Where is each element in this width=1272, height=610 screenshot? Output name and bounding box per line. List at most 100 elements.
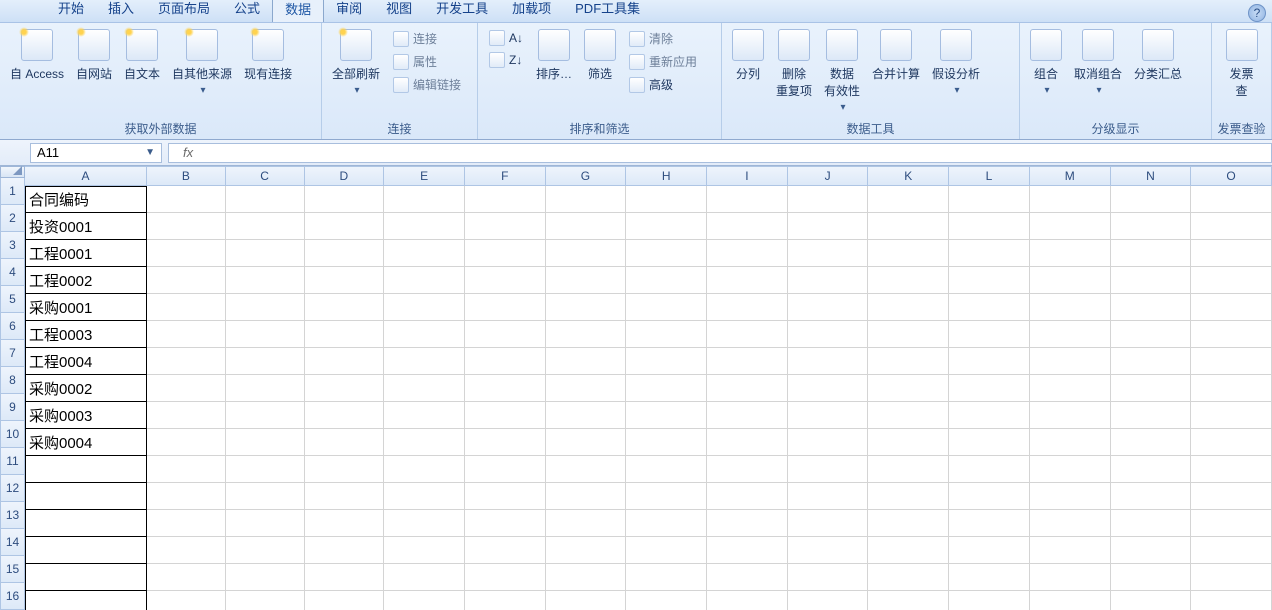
cell-N10[interactable]: [1111, 429, 1192, 456]
cell-M4[interactable]: [1030, 267, 1111, 294]
col-header-L[interactable]: L: [949, 166, 1030, 186]
tab-公式[interactable]: 公式: [222, 0, 272, 22]
cell-A10[interactable]: 采购0004: [25, 429, 147, 456]
cell-F3[interactable]: [465, 240, 546, 267]
cell-K11[interactable]: [868, 456, 949, 483]
col-header-O[interactable]: O: [1191, 166, 1272, 186]
cell-G13[interactable]: [546, 510, 627, 537]
cell-J16[interactable]: [788, 591, 869, 610]
cell-N13[interactable]: [1111, 510, 1192, 537]
cell-F4[interactable]: [465, 267, 546, 294]
cell-F7[interactable]: [465, 348, 546, 375]
cell-L13[interactable]: [949, 510, 1030, 537]
col-header-F[interactable]: F: [465, 166, 546, 186]
cell-B14[interactable]: [147, 537, 226, 564]
sort-item-2[interactable]: 高级: [626, 75, 700, 94]
cell-F16[interactable]: [465, 591, 546, 610]
cell-E2[interactable]: [384, 213, 465, 240]
cell-A12[interactable]: [25, 483, 147, 510]
col-header-I[interactable]: I: [707, 166, 788, 186]
cell-D15[interactable]: [305, 564, 385, 591]
col-header-J[interactable]: J: [788, 166, 869, 186]
cell-O3[interactable]: [1191, 240, 1272, 267]
cell-K10[interactable]: [868, 429, 949, 456]
cell-N14[interactable]: [1111, 537, 1192, 564]
filter-button[interactable]: 筛选: [578, 25, 622, 82]
cell-G1[interactable]: [546, 186, 627, 213]
cell-L7[interactable]: [949, 348, 1030, 375]
cell-H16[interactable]: [626, 591, 707, 610]
cell-M6[interactable]: [1030, 321, 1111, 348]
cell-C1[interactable]: [226, 186, 305, 213]
cell-D10[interactable]: [305, 429, 385, 456]
cell-E8[interactable]: [384, 375, 465, 402]
cell-I16[interactable]: [707, 591, 788, 610]
cell-A6[interactable]: 工程0003: [25, 321, 147, 348]
cell-N6[interactable]: [1111, 321, 1192, 348]
cell-E13[interactable]: [384, 510, 465, 537]
cell-G7[interactable]: [546, 348, 627, 375]
cell-A16[interactable]: [25, 591, 147, 610]
cell-J15[interactable]: [788, 564, 869, 591]
cell-A9[interactable]: 采购0003: [25, 402, 147, 429]
cell-B8[interactable]: [147, 375, 226, 402]
cell-J6[interactable]: [788, 321, 869, 348]
cell-O2[interactable]: [1191, 213, 1272, 240]
cell-C16[interactable]: [226, 591, 305, 610]
cell-F2[interactable]: [465, 213, 546, 240]
cell-H13[interactable]: [626, 510, 707, 537]
tab-开发工具[interactable]: 开发工具: [424, 0, 500, 22]
cell-J11[interactable]: [788, 456, 869, 483]
data-tool-btn-3[interactable]: 合并计算: [866, 25, 926, 82]
cell-C8[interactable]: [226, 375, 305, 402]
cell-N11[interactable]: [1111, 456, 1192, 483]
cell-I14[interactable]: [707, 537, 788, 564]
cell-J4[interactable]: [788, 267, 869, 294]
cell-K2[interactable]: [868, 213, 949, 240]
cell-C3[interactable]: [226, 240, 305, 267]
cell-E12[interactable]: [384, 483, 465, 510]
cell-I8[interactable]: [707, 375, 788, 402]
cell-F14[interactable]: [465, 537, 546, 564]
cell-B7[interactable]: [147, 348, 226, 375]
row-header-7[interactable]: 7: [0, 340, 25, 367]
cell-F6[interactable]: [465, 321, 546, 348]
cells-grid[interactable]: 合同编码投资0001工程0001工程0002采购0001工程0003工程0004…: [25, 186, 1272, 610]
cell-B11[interactable]: [147, 456, 226, 483]
data-tool-btn-4[interactable]: 假设分析: [926, 25, 986, 96]
cell-J5[interactable]: [788, 294, 869, 321]
cell-J9[interactable]: [788, 402, 869, 429]
cell-K7[interactable]: [868, 348, 949, 375]
cell-B16[interactable]: [147, 591, 226, 610]
cell-E9[interactable]: [384, 402, 465, 429]
cell-A5[interactable]: 采购0001: [25, 294, 147, 321]
cell-I15[interactable]: [707, 564, 788, 591]
cell-L4[interactable]: [949, 267, 1030, 294]
row-header-11[interactable]: 11: [0, 448, 25, 475]
cell-N16[interactable]: [1111, 591, 1192, 610]
outline-btn-2[interactable]: 分类汇总: [1128, 25, 1188, 82]
cell-C6[interactable]: [226, 321, 305, 348]
cell-G9[interactable]: [546, 402, 627, 429]
cell-I9[interactable]: [707, 402, 788, 429]
cell-C14[interactable]: [226, 537, 305, 564]
cell-G3[interactable]: [546, 240, 627, 267]
cell-D8[interactable]: [305, 375, 385, 402]
cell-O5[interactable]: [1191, 294, 1272, 321]
cell-E11[interactable]: [384, 456, 465, 483]
cell-K12[interactable]: [868, 483, 949, 510]
cell-E16[interactable]: [384, 591, 465, 610]
row-header-9[interactable]: 9: [0, 394, 25, 421]
data-tool-btn-0[interactable]: 分列: [726, 25, 770, 82]
col-header-C[interactable]: C: [226, 166, 305, 186]
data-tool-btn-2[interactable]: 数据 有效性: [818, 25, 866, 113]
data-tool-btn-1[interactable]: 删除 重复项: [770, 25, 818, 99]
cell-O12[interactable]: [1191, 483, 1272, 510]
cell-G11[interactable]: [546, 456, 627, 483]
cell-L1[interactable]: [949, 186, 1030, 213]
cell-J1[interactable]: [788, 186, 869, 213]
cell-C4[interactable]: [226, 267, 305, 294]
cell-H6[interactable]: [626, 321, 707, 348]
cell-I11[interactable]: [707, 456, 788, 483]
tab-审阅[interactable]: 审阅: [324, 0, 374, 22]
